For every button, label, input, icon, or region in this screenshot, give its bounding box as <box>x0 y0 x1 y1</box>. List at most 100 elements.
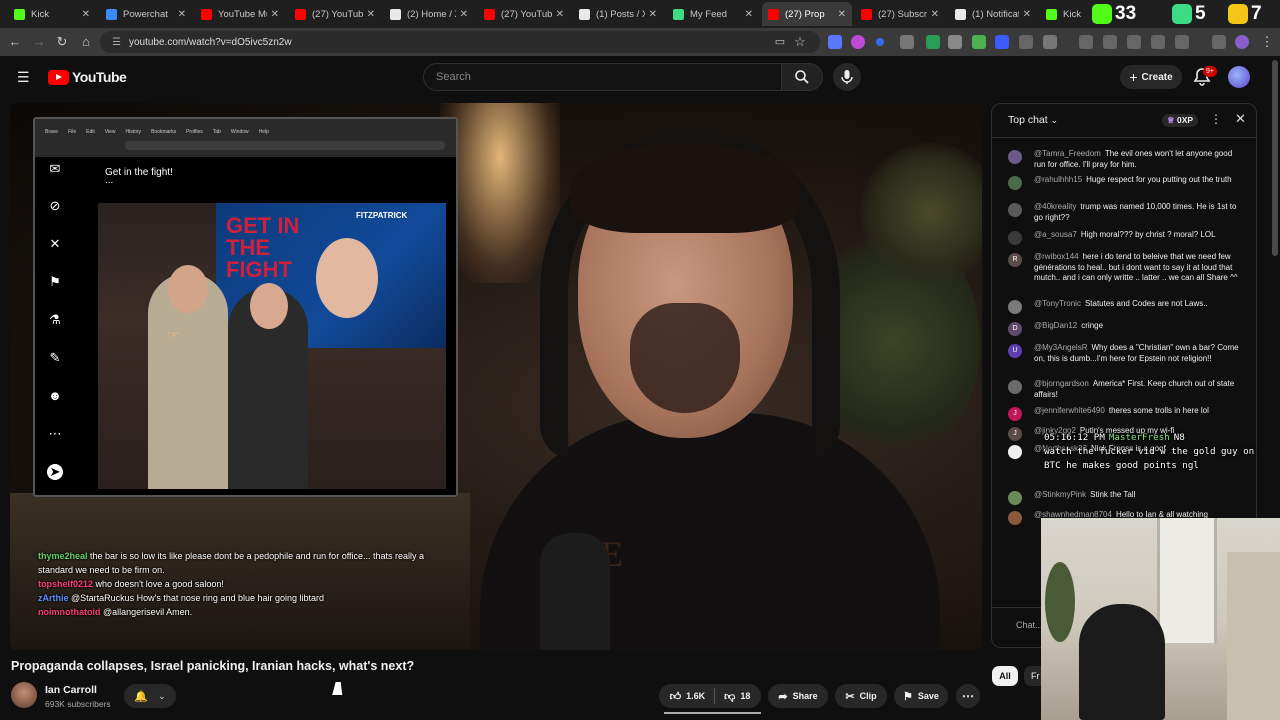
extension-icon[interactable] <box>828 35 842 49</box>
extension-icon[interactable] <box>900 35 914 49</box>
history-icon[interactable] <box>1079 35 1093 49</box>
chat-avatar[interactable] <box>1008 511 1022 525</box>
home-icon[interactable]: ⌂ <box>78 34 94 50</box>
chat-message[interactable]: @TonyTronic Statutes and Codes are not La… <box>992 299 1242 314</box>
chat-username[interactable]: @TonyTronic <box>1034 299 1081 308</box>
menu-icon[interactable]: ☰ <box>17 70 31 84</box>
search-input[interactable]: Search <box>423 63 782 91</box>
tab-close-icon[interactable]: ✕ <box>838 9 846 20</box>
voice-search-button[interactable] <box>833 63 861 91</box>
chat-avatar[interactable] <box>1008 300 1022 314</box>
bookmark-star-icon[interactable]: ☆ <box>792 34 808 50</box>
forward-icon[interactable]: → <box>31 34 47 50</box>
cast-icon[interactable]: ▭ <box>772 34 788 50</box>
like-button[interactable]: 👍︎ 1.6K <box>670 690 706 703</box>
chat-username[interactable]: @bjorngardson <box>1034 379 1089 388</box>
extension-icon[interactable] <box>876 38 884 46</box>
browser-tab[interactable]: (27) Prop ✕ <box>762 2 852 26</box>
chat-username[interactable]: @rwibox144 <box>1034 252 1079 261</box>
chat-message[interactable]: @StinkmyPink Stink the Tall <box>992 490 1242 505</box>
chat-input[interactable]: Chat... <box>1016 620 1043 630</box>
chat-avatar[interactable] <box>1008 203 1022 217</box>
tab-close-icon[interactable]: ✕ <box>556 9 564 20</box>
browser-tab[interactable]: (27) Subscrip ✕ <box>855 2 945 26</box>
chat-avatar[interactable]: J <box>1008 407 1022 421</box>
extension-icon[interactable] <box>851 35 865 49</box>
extension-icon[interactable] <box>926 35 940 49</box>
browser-tab[interactable]: Kick ✕ <box>8 2 96 26</box>
browser-tab[interactable]: Powerchat ✕ <box>100 2 192 26</box>
chat-avatar[interactable]: U <box>1008 344 1022 358</box>
chat-avatar[interactable] <box>1008 491 1022 505</box>
browser-tab[interactable]: (1) Notificati ✕ <box>949 2 1037 26</box>
tab-close-icon[interactable]: ✕ <box>460 9 468 20</box>
browser-tab[interactable]: (2) Home / X ✕ <box>384 2 474 26</box>
youtube-logo[interactable]: YouTube <box>48 69 127 85</box>
chat-message[interactable]: @bjorngardson America* First. Keep church… <box>992 379 1242 400</box>
chat-message[interactable]: D @BigDan12 cringe <box>992 321 1242 336</box>
chat-avatar[interactable] <box>1008 445 1022 459</box>
chat-avatar[interactable]: J <box>1008 427 1022 441</box>
devtools-icon[interactable] <box>1127 35 1141 49</box>
chat-avatar[interactable] <box>1008 231 1022 245</box>
extension-icon[interactable] <box>1151 35 1165 49</box>
subscription-bell-button[interactable]: 🔔 ⌄ <box>124 684 176 708</box>
chat-avatar[interactable]: D <box>1008 322 1022 336</box>
chat-message[interactable]: @rahulhhh15 Huge respect for you putting … <box>992 175 1242 190</box>
chat-message[interactable]: @Tamra_Freedom The evil ones won't let an… <box>992 149 1242 170</box>
extension-icon[interactable] <box>1103 35 1117 49</box>
extensions-puzzle-icon[interactable] <box>1043 35 1057 49</box>
browser-menu-icon[interactable]: ⋮ <box>1259 34 1275 50</box>
browser-tab[interactable]: (27) YouTube ✕ <box>289 2 381 26</box>
chat-username[interactable]: @rahulhhh15 <box>1034 175 1082 184</box>
channel-avatar[interactable] <box>11 682 37 708</box>
extension-icon[interactable] <box>1019 35 1033 49</box>
chat-username[interactable]: @jenniferwhite6490 <box>1034 406 1105 415</box>
reload-icon[interactable]: ↻ <box>54 34 70 50</box>
chat-mode-selector[interactable]: Top chat ⌄ <box>1008 114 1058 126</box>
extension-icon[interactable] <box>1175 35 1189 49</box>
chat-message[interactable]: @a_sousa7 High moral??? by christ ? moral… <box>992 230 1242 245</box>
browser-tab[interactable]: YouTube Mu ✕ <box>195 2 285 26</box>
more-vertical-icon[interactable]: ⋮ <box>1210 112 1222 126</box>
xp-badge[interactable]: ♕ 0XP <box>1162 114 1199 127</box>
clip-button[interactable]: ✂ Clip <box>835 684 887 708</box>
tab-close-icon[interactable]: ✕ <box>649 9 657 20</box>
chat-username[interactable]: @My3AngelsR <box>1034 343 1087 352</box>
tab-close-icon[interactable]: ✕ <box>271 9 279 20</box>
chat-username[interactable]: @StinkmyPink <box>1034 490 1086 499</box>
tab-close-icon[interactable]: ✕ <box>745 9 753 20</box>
browser-tab[interactable]: My Feed ✕ <box>667 2 759 26</box>
extension-icon[interactable] <box>948 35 962 49</box>
tab-close-icon[interactable]: ✕ <box>178 9 186 20</box>
share-button[interactable]: ➦ Share <box>768 684 828 708</box>
back-icon[interactable]: ← <box>7 34 23 50</box>
dislike-button[interactable]: 👎︎ 18 <box>724 690 750 703</box>
account-avatar[interactable] <box>1228 66 1250 88</box>
extension-icon[interactable] <box>995 35 1009 49</box>
tab-close-icon[interactable]: ✕ <box>82 9 90 20</box>
search-button[interactable] <box>781 63 823 91</box>
tab-close-icon[interactable]: ✕ <box>1023 9 1031 20</box>
extension-icon[interactable] <box>972 35 986 49</box>
browser-tab[interactable]: (27) YouTube ✕ <box>478 2 570 26</box>
channel-name[interactable]: Ian Carroll <box>45 684 97 696</box>
chat-message[interactable]: J @jenniferwhite6490 theres some trolls in… <box>992 406 1242 421</box>
address-bar[interactable]: ☰ youtube.com/watch?v=dO5ivc5zn2w <box>100 31 820 53</box>
more-actions-button[interactable]: ⋯ <box>956 684 980 708</box>
sidebar-icon[interactable] <box>1212 35 1226 49</box>
chat-scrollbar[interactable] <box>1272 60 1278 256</box>
chat-avatar[interactable] <box>1008 380 1022 394</box>
chat-message[interactable]: @40kreality trump was named 10,000 times.… <box>992 202 1242 223</box>
chip-all[interactable]: All <box>992 666 1018 686</box>
site-info-icon[interactable]: ☰ <box>112 37 121 48</box>
chat-message[interactable]: U @My3AngelsR Why does a "Christian" own a… <box>992 343 1242 364</box>
chat-username[interactable]: @Tamra_Freedom <box>1034 149 1101 158</box>
create-button[interactable]: + Create <box>1120 65 1182 89</box>
tab-close-icon[interactable]: ✕ <box>367 9 375 20</box>
profile-avatar[interactable] <box>1235 35 1249 49</box>
chat-username[interactable]: @a_sousa7 <box>1034 230 1077 239</box>
browser-tab[interactable]: Kick <box>1040 2 1090 26</box>
chat-avatar[interactable] <box>1008 176 1022 190</box>
save-button[interactable]: ⚑ Save <box>894 684 948 708</box>
